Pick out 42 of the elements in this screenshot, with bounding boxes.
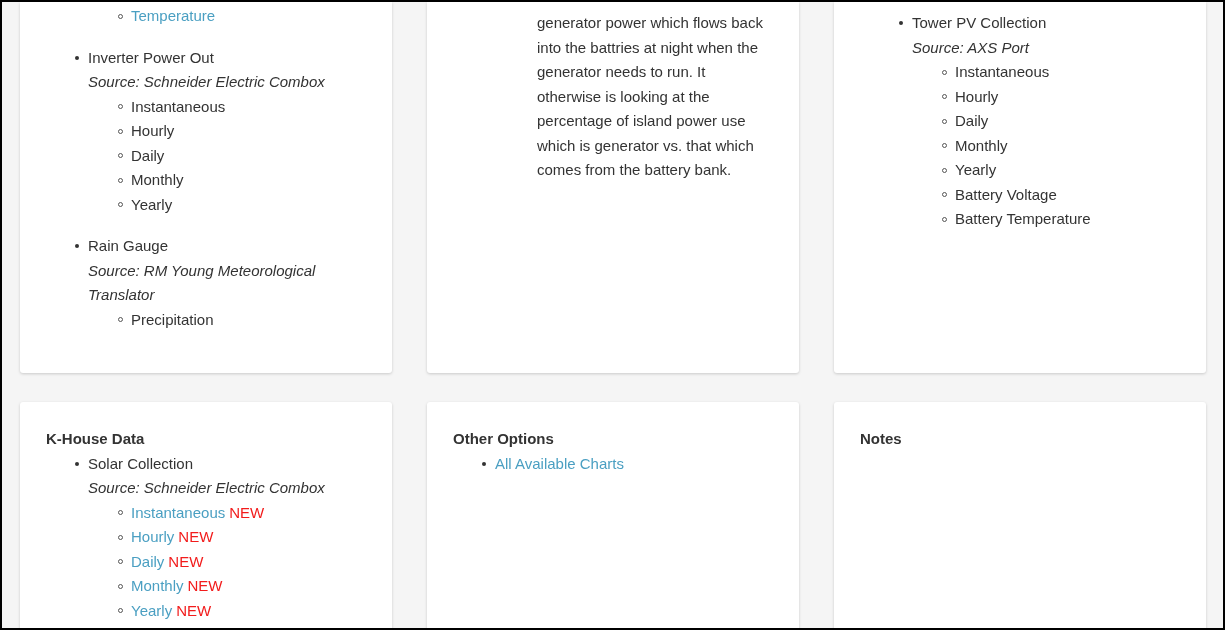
item-label: Instantaneous [131, 96, 226, 117]
bullet-icon [482, 461, 486, 466]
source-text: Source: Schneider Electric Combox [88, 478, 326, 498]
bullet-icon [75, 55, 79, 60]
chart-link[interactable]: Temperature [131, 4, 216, 29]
new-label: NEW [176, 600, 212, 621]
item-label: Inverter Power Out [88, 47, 214, 68]
source-text: Source: AXS Port [912, 37, 1031, 58]
bullet-icon [899, 21, 903, 26]
item-label: Hourly [955, 86, 999, 107]
new-label: NEW [187, 576, 223, 596]
bullet-icon [75, 244, 79, 249]
item-label: Battery Temperature [955, 209, 1091, 229]
item-label: Tower PV Collection [912, 13, 1047, 33]
new-label: NEW [168, 551, 204, 572]
description-text: generator power which flows back into the battries at night when the generator needs to run. It otherwise is looking at the percentage of island power use which is generator vs. that which comes from the battery bank. [537, 13, 764, 180]
new-label: NEW [178, 527, 214, 547]
card-heading: K-House Data [46, 429, 146, 449]
chart-link[interactable]: Hourly [131, 525, 175, 550]
item-label: Monthly [955, 135, 1008, 156]
chart-link[interactable]: Daily [131, 549, 165, 574]
item-label: Daily [955, 111, 989, 131]
chart-link[interactable]: All Available Charts [495, 451, 624, 476]
source-text: Source: Schneider Electric Combox [88, 72, 326, 92]
item-label: Rain Gauge [88, 236, 169, 256]
item-label: Instantaneous [955, 62, 1050, 82]
chart-link[interactable]: Instantaneous [131, 500, 226, 525]
item-label: Precipitation [131, 309, 214, 330]
item-label: Solar Collection [88, 453, 194, 474]
item-label: Yearly [131, 194, 173, 215]
new-label: NEW [229, 502, 265, 523]
card-heading: Notes [860, 429, 903, 449]
chart-link[interactable]: Yearly [131, 598, 173, 623]
item-label: Daily [131, 145, 165, 166]
item-label: Yearly [955, 160, 997, 180]
item-label: Hourly [131, 121, 175, 141]
item-label: Monthly [131, 170, 184, 190]
item-label: Battery Voltage [955, 184, 1057, 205]
card-heading: Other Options [453, 429, 555, 449]
bullet-icon [75, 461, 79, 466]
source-text: Source: RM Young Meteorological Translator [88, 260, 317, 305]
chart-link[interactable]: Monthly [131, 574, 184, 599]
